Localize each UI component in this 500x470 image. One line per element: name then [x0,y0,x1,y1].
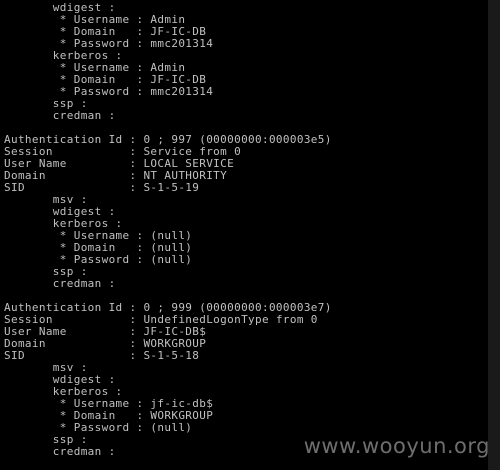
console-output: wdigest : * Username : Admin * Domain : … [4,2,332,458]
console-line: credman : [4,277,116,290]
console-line: credman : [4,445,116,458]
scrollbar[interactable] [488,0,500,470]
console-window[interactable]: wdigest : * Username : Admin * Domain : … [0,0,488,470]
watermark: www.wooyun.org [303,434,490,458]
console-line: credman : [4,109,116,122]
